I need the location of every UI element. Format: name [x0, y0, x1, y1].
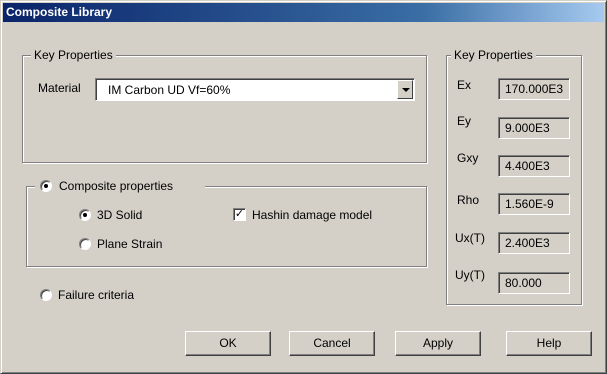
material-group: Key Properties	[22, 48, 427, 163]
prop-label-ex: Ex	[457, 78, 472, 92]
material-label: Material	[38, 81, 81, 95]
composite-properties-group	[26, 186, 427, 267]
cancel-button[interactable]: Cancel	[289, 331, 375, 356]
prop-label-gxy: Gxy	[457, 151, 479, 165]
material-select[interactable]: IM Carbon UD Vf=60%	[95, 78, 415, 101]
prop-value-gxy: 4.400E3	[498, 155, 570, 177]
prop-value-ey: 9.000E3	[498, 117, 570, 139]
plane-strain-radio[interactable]	[79, 238, 91, 250]
composite-properties-radio[interactable]	[40, 180, 52, 192]
solid-3d-label[interactable]: 3D Solid	[97, 208, 142, 222]
hashin-damage-checkbox[interactable]: ✓	[233, 208, 246, 221]
prop-label-uy: Uy(T)	[455, 268, 485, 282]
checkmark-icon: ✓	[234, 208, 245, 220]
prop-value-ex: 170.000E3	[498, 78, 570, 100]
failure-criteria-radio[interactable]	[40, 289, 52, 301]
prop-label-ux: Ux(T)	[455, 231, 485, 245]
composite-library-dialog: Composite Library Key Properties Materia…	[0, 0, 607, 374]
prop-label-ey: Ey	[457, 114, 472, 128]
composite-properties-label[interactable]: Composite properties	[59, 179, 173, 193]
apply-button[interactable]: Apply	[395, 331, 481, 356]
chevron-down-icon	[402, 88, 410, 92]
prop-value-ux: 2.400E3	[498, 232, 570, 254]
window-title: Composite Library	[3, 3, 604, 22]
hashin-damage-label[interactable]: Hashin damage model	[252, 208, 372, 222]
material-value: IM Carbon UD Vf=60%	[108, 83, 231, 97]
prop-label-rho: Rho	[457, 193, 480, 207]
radio-dot	[44, 184, 48, 188]
plane-strain-label[interactable]: Plane Strain	[97, 237, 162, 251]
material-dropdown-button[interactable]	[397, 80, 413, 99]
solid-3d-radio[interactable]	[79, 209, 91, 221]
prop-value-rho: 1.560E-9	[498, 193, 570, 215]
prop-value-uy: 80.000	[498, 272, 570, 294]
key-properties-legend: Key Properties	[451, 48, 536, 62]
ok-button[interactable]: OK	[185, 331, 271, 356]
radio-dot	[83, 213, 87, 217]
failure-criteria-label[interactable]: Failure criteria	[58, 288, 134, 302]
help-button[interactable]: Help	[506, 331, 592, 356]
material-group-legend: Key Properties	[31, 48, 116, 62]
